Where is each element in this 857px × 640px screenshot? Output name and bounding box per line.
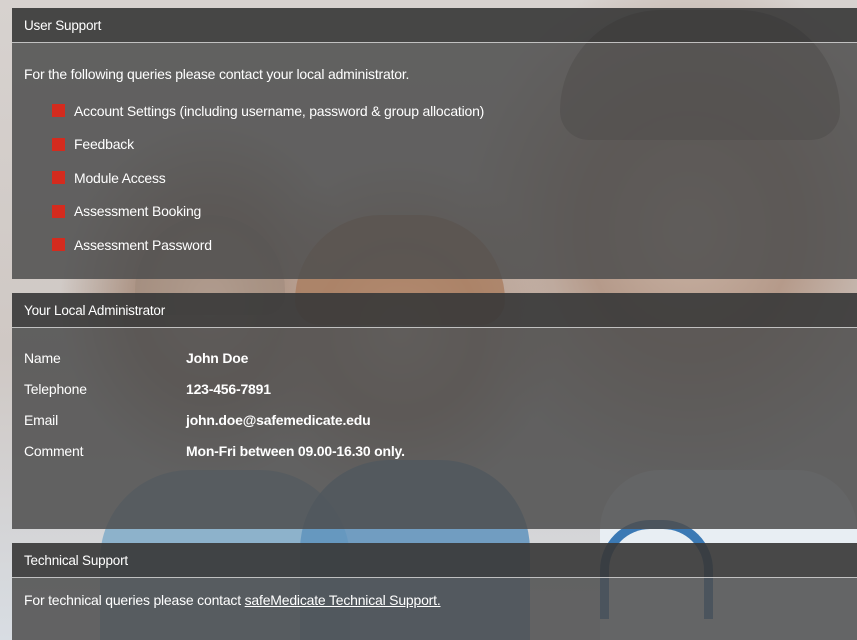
- user-support-header: User Support: [12, 8, 857, 43]
- admin-value: Mon-Fri between 09.00-16.30 only.: [186, 442, 405, 459]
- admin-row-telephone: Telephone 123-456-7891: [24, 373, 857, 404]
- tech-support-body: For technical queries please contact saf…: [12, 578, 857, 640]
- user-support-body: For the following queries please contact…: [12, 43, 857, 279]
- admin-value: John Doe: [186, 349, 249, 366]
- list-item-label: Assessment Booking: [74, 203, 202, 220]
- list-item-label: Assessment Password: [74, 236, 212, 253]
- list-item: Module Access: [24, 161, 857, 195]
- technical-support-link[interactable]: safeMedicate Technical Support.: [245, 592, 441, 608]
- red-square-bullet-icon: [52, 238, 65, 252]
- user-support-panel: User Support For the following queries p…: [12, 8, 857, 279]
- local-admin-title: Your Local Administrator: [24, 302, 166, 318]
- admin-label: Email: [24, 411, 59, 428]
- red-square-bullet-icon: [52, 137, 65, 151]
- user-support-title: User Support: [24, 17, 102, 33]
- admin-row-comment: Comment Mon-Fri between 09.00-16.30 only…: [24, 435, 857, 466]
- user-support-intro: For the following queries please contact…: [24, 66, 410, 82]
- tech-support-panel: Technical Support For technical queries …: [12, 543, 857, 640]
- tech-support-title: Technical Support: [24, 552, 128, 568]
- list-item-label: Account Settings (including username, pa…: [74, 102, 485, 119]
- list-item: Feedback: [24, 128, 857, 162]
- local-admin-body: Name John Doe Telephone 123-456-7891 Ema…: [12, 328, 857, 529]
- local-admin-panel: Your Local Administrator Name John Doe T…: [12, 293, 857, 529]
- admin-value: 123-456-7891: [186, 380, 271, 397]
- red-square-bullet-icon: [52, 204, 65, 218]
- local-admin-header: Your Local Administrator: [12, 293, 857, 328]
- admin-row-name: Name John Doe: [24, 342, 857, 373]
- red-square-bullet-icon: [52, 171, 65, 185]
- tech-support-header: Technical Support: [12, 543, 857, 578]
- list-item: Assessment Password: [24, 228, 857, 262]
- list-item-label: Feedback: [74, 136, 134, 153]
- tech-support-text: For technical queries please contact: [24, 592, 245, 608]
- list-item: Account Settings (including username, pa…: [24, 94, 857, 128]
- admin-value: john.doe@safemedicate.edu: [186, 411, 371, 428]
- admin-label: Name: [24, 349, 61, 366]
- red-square-bullet-icon: [52, 104, 65, 118]
- admin-label: Comment: [24, 442, 84, 459]
- list-item-label: Module Access: [74, 169, 166, 186]
- admin-label: Telephone: [24, 380, 87, 397]
- admin-row-email: Email john.doe@safemedicate.edu: [24, 404, 857, 435]
- list-item: Assessment Booking: [24, 195, 857, 229]
- query-list: Account Settings (including username, pa…: [24, 94, 857, 262]
